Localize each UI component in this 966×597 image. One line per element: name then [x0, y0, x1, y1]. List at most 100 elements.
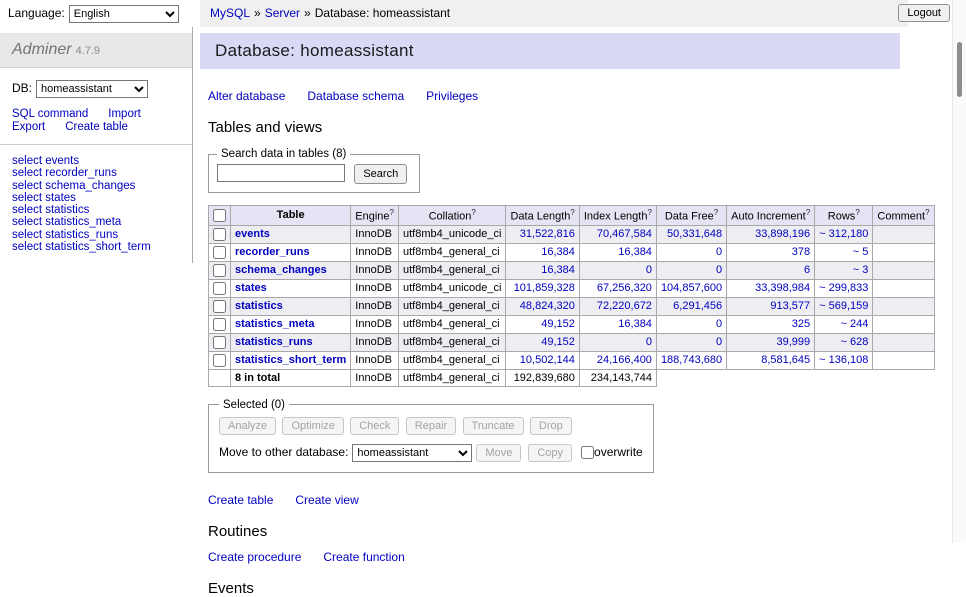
index-length-link[interactable]: 0	[646, 264, 652, 276]
data-free-link[interactable]: 104,857,600	[661, 282, 722, 294]
help-link[interactable]: ?	[471, 208, 475, 217]
row-checkbox[interactable]	[213, 318, 226, 331]
table-link[interactable]: statistics	[235, 300, 283, 312]
breadcrumb-server-link[interactable]: Server	[265, 6, 300, 20]
help-link[interactable]: ?	[390, 208, 394, 217]
index-length-link[interactable]: 24,166,400	[597, 354, 652, 366]
data-free-link[interactable]: 188,743,680	[661, 354, 722, 366]
optimize-button[interactable]: Optimize	[282, 417, 343, 435]
sidebar-select-statistics-short-term-link[interactable]: select statistics_short_term	[12, 241, 151, 253]
sidebar-sql-command-link[interactable]: SQL command	[12, 108, 88, 120]
truncate-button[interactable]: Truncate	[463, 417, 524, 435]
rows-link[interactable]: ~ 3	[853, 264, 869, 276]
rows-link[interactable]: ~ 5	[853, 246, 869, 258]
data-length-link[interactable]: 48,824,320	[520, 300, 575, 312]
index-length-link[interactable]: 70,467,584	[597, 228, 652, 240]
create-procedure-link[interactable]: Create procedure	[208, 550, 301, 564]
auto-increment-link[interactable]: 33,398,984	[755, 282, 810, 294]
auto-increment-link[interactable]: 8,581,645	[761, 354, 810, 366]
data-length-link[interactable]: 16,384	[541, 264, 575, 276]
row-checkbox[interactable]	[213, 354, 226, 367]
create-table-link[interactable]: Create table	[208, 493, 273, 507]
index-length-link[interactable]: 16,384	[618, 246, 652, 258]
data-length-link[interactable]: 10,502,144	[520, 354, 575, 366]
table-link[interactable]: statistics_meta	[235, 318, 315, 330]
sidebar-select-recorder-runs-link[interactable]: select recorder_runs	[12, 167, 117, 179]
rows-link[interactable]: ~ 299,833	[819, 282, 868, 294]
alter-database-link[interactable]: Alter database	[208, 89, 285, 103]
table-link[interactable]: events	[235, 228, 270, 240]
row-checkbox[interactable]	[213, 282, 226, 295]
drop-button[interactable]: Drop	[530, 417, 572, 435]
vertical-scrollbar[interactable]	[952, 0, 966, 543]
data-length-link[interactable]: 49,152	[541, 336, 575, 348]
sidebar-select-schema-changes-link[interactable]: select schema_changes	[12, 180, 135, 192]
create-view-link[interactable]: Create view	[295, 493, 358, 507]
rows-link[interactable]: ~ 136,108	[819, 354, 868, 366]
table-link[interactable]: states	[235, 282, 267, 294]
data-free-link[interactable]: 0	[716, 264, 722, 276]
auto-increment-link[interactable]: 39,999	[777, 336, 811, 348]
row-checkbox[interactable]	[213, 228, 226, 241]
auto-increment-link[interactable]: 913,577	[770, 300, 810, 312]
index-length-link[interactable]: 67,256,320	[597, 282, 652, 294]
row-checkbox[interactable]	[213, 246, 226, 259]
data-length-link[interactable]: 16,384	[541, 246, 575, 258]
move-button[interactable]: Move	[476, 444, 521, 462]
analyze-button[interactable]: Analyze	[219, 417, 276, 435]
auto-increment-link[interactable]: 325	[792, 318, 810, 330]
table-link[interactable]: schema_changes	[235, 264, 327, 276]
rows-link[interactable]: ~ 569,159	[819, 300, 868, 312]
breadcrumb-mysql-link[interactable]: MySQL	[210, 6, 250, 20]
sidebar-create-table-link[interactable]: Create table	[65, 121, 128, 133]
move-db-select[interactable]: homeassistant	[352, 444, 472, 462]
auto-increment-link[interactable]: 6	[804, 264, 810, 276]
table-link[interactable]: statistics_runs	[235, 336, 313, 348]
help-link[interactable]: ?	[647, 208, 651, 217]
copy-button[interactable]: Copy	[528, 444, 572, 462]
row-checkbox[interactable]	[213, 336, 226, 349]
repair-button[interactable]: Repair	[406, 417, 456, 435]
sidebar-import-link[interactable]: Import	[108, 108, 141, 120]
rows-link[interactable]: ~ 312,180	[819, 228, 868, 240]
index-length-link[interactable]: 16,384	[618, 318, 652, 330]
index-length-link[interactable]: 0	[646, 336, 652, 348]
data-length-link[interactable]: 49,152	[541, 318, 575, 330]
search-input[interactable]	[217, 164, 345, 182]
check-button[interactable]: Check	[350, 417, 399, 435]
index-length-link[interactable]: 72,220,672	[597, 300, 652, 312]
data-free-link[interactable]: 0	[716, 336, 722, 348]
data-length-link[interactable]: 31,522,816	[520, 228, 575, 240]
db-select[interactable]: homeassistant	[36, 80, 148, 98]
sidebar-select-events-link[interactable]: select events	[12, 155, 79, 167]
database-schema-link[interactable]: Database schema	[307, 89, 404, 103]
rows-link[interactable]: ~ 628	[841, 336, 869, 348]
search-button[interactable]: Search	[354, 164, 407, 184]
privileges-link[interactable]: Privileges	[426, 89, 478, 103]
data-free-link[interactable]: 0	[716, 246, 722, 258]
help-link[interactable]: ?	[806, 208, 810, 217]
rows-link[interactable]: ~ 244	[841, 318, 869, 330]
row-checkbox[interactable]	[213, 300, 226, 313]
help-link[interactable]: ?	[855, 208, 859, 217]
sidebar-export-link[interactable]: Export	[12, 121, 45, 133]
sidebar-select-states-link[interactable]: select states	[12, 192, 76, 204]
help-link[interactable]: ?	[925, 208, 929, 217]
select-all-checkbox[interactable]	[213, 209, 226, 222]
table-link[interactable]: recorder_runs	[235, 246, 310, 258]
sidebar-select-statistics-runs-link[interactable]: select statistics_runs	[12, 229, 118, 241]
language-select[interactable]: English	[69, 5, 179, 23]
logout-button[interactable]: Logout	[898, 4, 950, 22]
auto-increment-link[interactable]: 378	[792, 246, 810, 258]
data-free-link[interactable]: 6,291,456	[673, 300, 722, 312]
sidebar-select-statistics-meta-link[interactable]: select statistics_meta	[12, 216, 121, 228]
overwrite-checkbox[interactable]	[581, 446, 594, 459]
data-free-link[interactable]: 0	[716, 318, 722, 330]
row-checkbox[interactable]	[213, 264, 226, 277]
auto-increment-link[interactable]: 33,898,196	[755, 228, 810, 240]
data-length-link[interactable]: 101,859,328	[514, 282, 575, 294]
help-link[interactable]: ?	[570, 208, 574, 217]
data-free-link[interactable]: 50,331,648	[667, 228, 722, 240]
table-link[interactable]: statistics_short_term	[235, 354, 346, 366]
scrollbar-thumb[interactable]	[957, 42, 962, 97]
